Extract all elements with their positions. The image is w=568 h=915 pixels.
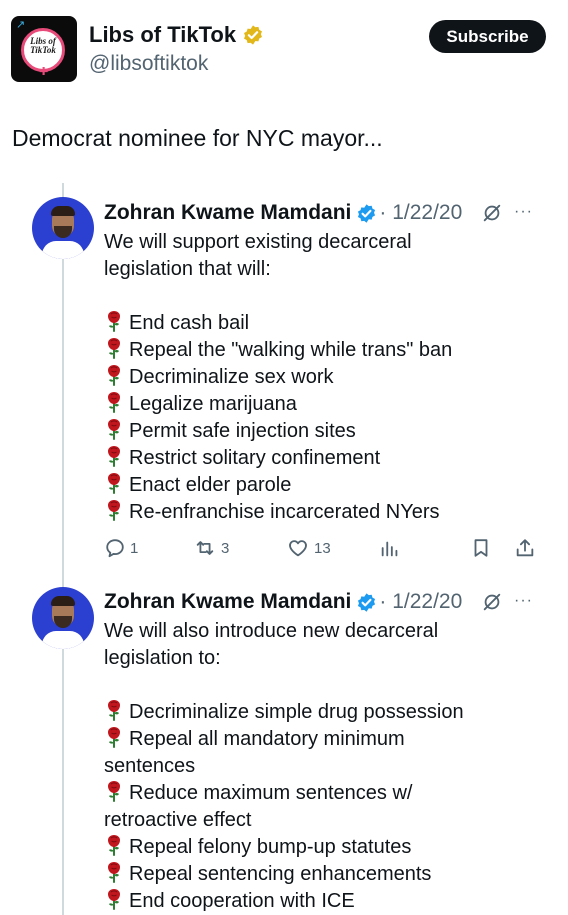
post-line: We will support existing decarceral (104, 231, 412, 253)
gold-verified-badge-icon (244, 25, 263, 45)
blue-verified-badge-icon (358, 592, 376, 612)
list-item: Repeal sentencing enhancements (104, 861, 484, 888)
reply-count: 1 (130, 539, 139, 557)
post-date[interactable]: · 1/22/20 (379, 200, 462, 226)
list-item: Restrict solitary confinement (104, 445, 544, 472)
rose-emoji-icon (104, 445, 129, 472)
list-item: Legalize marijuana (104, 391, 544, 418)
post-date[interactable]: · 1/22/20 (379, 589, 462, 615)
more-icon[interactable]: ··· (514, 592, 533, 610)
more-icon[interactable]: ··· (514, 203, 533, 221)
repost-icon (196, 541, 214, 555)
rose-emoji-icon (104, 888, 129, 915)
blue-verified-badge-icon (358, 203, 376, 223)
author-name[interactable]: Zohran Kwame Mamdani (104, 200, 351, 226)
list-item: End cooperation with ICE (104, 888, 484, 915)
rose-emoji-icon (104, 391, 129, 418)
author-avatar[interactable] (32, 197, 94, 259)
avatar-logo-text: Libs of TikTok (30, 36, 56, 55)
rose-emoji-icon (104, 780, 129, 807)
list-item: Re-enfranchise incarcerated NYers (104, 499, 544, 526)
bookmark-button[interactable] (470, 536, 492, 560)
list-item: End cash bail (104, 310, 544, 337)
list-item: Repeal felony bump-up statutes (104, 834, 484, 861)
rose-emoji-icon (104, 726, 129, 753)
grok-icon[interactable] (481, 202, 503, 224)
heart-icon (289, 540, 307, 557)
like-button[interactable]: 13 (286, 536, 331, 560)
list-item: Repeal all mandatory minimum sentences (104, 726, 405, 777)
quoted-post-body: We will also introduce new decarceral le… (104, 618, 484, 915)
grok-icon[interactable] (481, 591, 503, 613)
like-count: 13 (314, 539, 331, 557)
share-button[interactable] (514, 536, 536, 560)
quoted-post-body: We will support existing decarceral legi… (104, 229, 544, 526)
account-handle[interactable]: @libsoftiktok (89, 52, 208, 76)
list-item: Reduce maximum sentences w/ retroactive … (104, 780, 413, 831)
list-item: Decriminalize simple drug possession (104, 699, 484, 726)
account-avatar[interactable]: ↗ Libs of TikTok ✚ (11, 16, 77, 82)
rose-emoji-icon (104, 861, 129, 888)
list-item: Decriminalize sex work (104, 364, 544, 391)
female-symbol-icon: ✚ (39, 66, 49, 78)
account-name[interactable]: Libs of TikTok (89, 22, 236, 48)
rose-emoji-icon (104, 364, 129, 391)
rose-emoji-icon (104, 418, 129, 445)
rose-emoji-icon (104, 337, 129, 364)
share-icon (516, 539, 534, 557)
views-button[interactable] (379, 536, 401, 560)
rose-emoji-icon (104, 310, 129, 337)
bookmark-icon (474, 539, 488, 557)
rose-emoji-icon (104, 834, 129, 861)
post-line: legislation to: (104, 647, 221, 669)
thread-connector-line (62, 183, 64, 915)
quoted-post-header: Zohran Kwame Mamdani · 1/22/20 (104, 199, 462, 227)
list-item: Enact elder parole (104, 472, 544, 499)
post-line: legislation that will: (104, 258, 271, 280)
reply-icon (106, 539, 124, 558)
repost-button[interactable]: 3 (193, 536, 229, 560)
list-item: Permit safe injection sites (104, 418, 544, 445)
rose-emoji-icon (104, 699, 129, 726)
repost-count: 3 (221, 539, 230, 557)
rose-emoji-icon (104, 499, 129, 526)
views-icon (381, 541, 398, 557)
account-name-row[interactable]: Libs of TikTok (89, 22, 264, 48)
subscribe-button[interactable]: Subscribe (429, 20, 546, 53)
male-symbol-icon: ↗ (16, 19, 26, 31)
reply-button[interactable]: 1 (104, 536, 138, 560)
post-text: Democrat nominee for NYC mayor... (12, 125, 383, 151)
post-line: We will also introduce new decarceral (104, 620, 439, 642)
quoted-post-header: Zohran Kwame Mamdani · 1/22/20 (104, 588, 462, 616)
rose-emoji-icon (104, 472, 129, 499)
author-avatar[interactable] (32, 587, 94, 649)
author-name[interactable]: Zohran Kwame Mamdani (104, 589, 351, 615)
list-item: Repeal the "walking while trans" ban (104, 337, 544, 364)
